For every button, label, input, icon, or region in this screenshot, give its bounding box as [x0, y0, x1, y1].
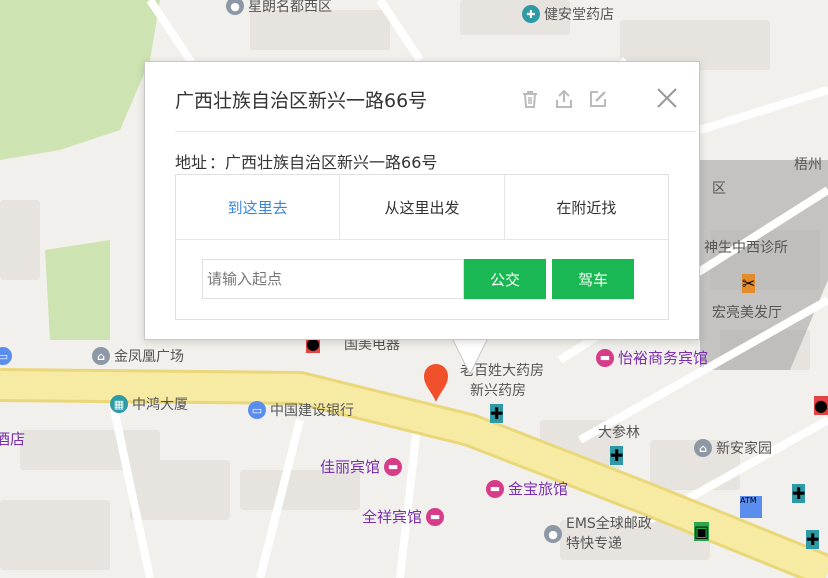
- poi-label: 新兴药房: [470, 383, 526, 399]
- tab-go-here[interactable]: 到这里去: [176, 175, 339, 239]
- poi-dashenlin[interactable]: 大参林: [598, 422, 640, 442]
- address-separator: ：: [209, 153, 226, 172]
- popup-divider: [175, 131, 696, 132]
- poi-icon: ●: [226, 0, 244, 15]
- trash-icon[interactable]: [519, 88, 541, 110]
- poi-label: 星朗名都西区: [248, 0, 332, 15]
- poi-jianshe[interactable]: ▭ 中国建设银行: [248, 400, 354, 420]
- bus-stop-icon[interactable]: ▣: [694, 522, 710, 541]
- poi-xinanjia[interactable]: ⌂ 新安家园: [694, 438, 772, 458]
- poi-label: 大酒店: [0, 430, 26, 448]
- pharmacy-icon: ✚: [522, 5, 540, 23]
- poi-red-icon[interactable]: ●: [814, 396, 828, 415]
- popup-title: 广西壮族自治区新兴一路66号: [175, 90, 428, 112]
- poi-label-2: 特快专递: [566, 536, 622, 552]
- address-row: 地址 ：广西壮族自治区新兴一路66号: [175, 149, 437, 173]
- hotel-icon: ▬: [486, 479, 504, 498]
- route-panel: 到这里去 从这里出发 在附近找 公交 驾车: [175, 174, 669, 320]
- poi-xinxing[interactable]: 新兴药房: [470, 380, 526, 400]
- location-popup: 广西壮族自治区新兴一路66号 地址 ：广西壮族自治区新兴一路66号 到这里去 从这…: [144, 61, 700, 340]
- poi-label: 区: [712, 181, 726, 197]
- pharmacy-icon[interactable]: ✚: [490, 404, 504, 423]
- pharmacy-icon[interactable]: ✚: [806, 530, 820, 549]
- poi-label: 佳丽宾馆: [320, 458, 381, 476]
- address-label: 地址: [175, 153, 208, 172]
- poi-dajiudian[interactable]: 大酒店: [0, 428, 25, 449]
- popup-pointer: [452, 338, 488, 376]
- close-icon[interactable]: [655, 86, 679, 110]
- poi-label: 金凤凰广场: [114, 349, 184, 365]
- poi-shenzhongxi[interactable]: 神生中西诊所: [704, 237, 788, 257]
- house-icon: ⌂: [694, 439, 712, 457]
- park-area-2: [45, 240, 110, 340]
- route-tabs: 到这里去 从这里出发 在附近找: [176, 175, 668, 240]
- hotel-icon: ▬: [384, 457, 403, 476]
- popup-toolbar: [519, 88, 609, 110]
- tab-search-nearby[interactable]: 在附近找: [503, 175, 668, 239]
- poi-quanxiang[interactable]: 全祥宾馆 ▬: [362, 506, 445, 527]
- hairdresser-icon[interactable]: ✂: [742, 274, 756, 293]
- poi-xinglang[interactable]: ● 星朗名都西区: [226, 0, 332, 16]
- pharmacy-icon[interactable]: ✚: [610, 446, 624, 465]
- bank-icon: ▭: [248, 401, 266, 419]
- route-search-row: 公交 驾车: [202, 259, 634, 299]
- poi-jianan[interactable]: ✚ 健安堂药店: [522, 4, 614, 24]
- house-icon: ⌂: [92, 347, 110, 365]
- drive-route-button[interactable]: 驾车: [552, 259, 634, 299]
- poi-label: 神生中西诊所: [704, 240, 788, 256]
- poi-label: 全祥宾馆: [362, 508, 423, 526]
- poi-jinfenghuang[interactable]: ⌂ 金凤凰广场: [92, 346, 184, 366]
- bank-icon: ▭: [0, 347, 12, 365]
- location-marker-icon[interactable]: [422, 362, 450, 404]
- poi-label: 金宝旅馆: [508, 480, 569, 498]
- hotel-icon: ▬: [426, 507, 445, 526]
- hotel-icon: ▬: [596, 348, 614, 367]
- start-point-input[interactable]: [202, 259, 464, 299]
- poi-yinhang[interactable]: 银行▭: [0, 346, 12, 366]
- poi-label: 宏亮美发厅: [712, 305, 782, 321]
- poi-yiyu[interactable]: ▬ 怡裕商务宾馆: [596, 347, 708, 368]
- bus-route-button[interactable]: 公交: [464, 259, 546, 299]
- location-icon: ●: [544, 525, 562, 543]
- pharmacy-icon[interactable]: ✚: [792, 484, 806, 503]
- share-icon[interactable]: [553, 88, 575, 110]
- poi-hongliang[interactable]: 宏亮美发厅: [712, 302, 782, 322]
- address-value: 广西壮族自治区新兴一路66号: [225, 153, 438, 172]
- poi-jiali[interactable]: 佳丽宾馆 ▬: [320, 456, 403, 477]
- poi-label: 大参林: [598, 425, 640, 441]
- poi-label: EMS全球邮政: [566, 516, 652, 532]
- poi-zhonghong[interactable]: ▦ 中鸿大厦: [110, 394, 188, 414]
- poi-label: 健安堂药店: [544, 7, 614, 23]
- poi-ems[interactable]: ● EMS全球邮政 特快专递: [544, 514, 652, 554]
- poi-qu[interactable]: 区: [712, 178, 726, 198]
- poi-jinbao[interactable]: ▬ 金宝旅馆: [486, 478, 568, 499]
- poi-label: 中鸿大厦: [132, 397, 188, 413]
- edit-icon[interactable]: [587, 88, 609, 110]
- atm-icon[interactable]: ATM: [740, 496, 762, 518]
- poi-wuzhou[interactable]: 梧州: [794, 154, 822, 174]
- poi-label: 中国建设银行: [270, 403, 354, 419]
- poi-label: 梧州: [794, 157, 822, 173]
- poi-label: 新安家园: [716, 441, 772, 457]
- poi-label: 怡裕商务宾馆: [618, 349, 709, 367]
- building-icon: ▦: [110, 395, 128, 413]
- tab-start-here[interactable]: 从这里出发: [339, 175, 503, 239]
